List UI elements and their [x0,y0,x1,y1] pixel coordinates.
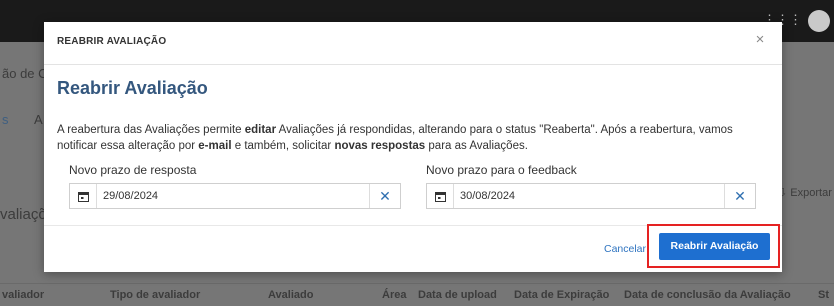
tab-fragment[interactable]: A [34,112,43,127]
column-header[interactable]: Data de upload [418,289,497,301]
section-title-fragment: valiaçõ [0,206,47,223]
avatar[interactable] [808,10,830,32]
feedback-deadline-value[interactable]: 30/08/2024 [460,190,515,202]
clear-icon[interactable]: ✕ [369,184,400,208]
response-deadline-field[interactable]: 29/08/2024 ✕ [69,183,401,209]
calendar-icon[interactable] [427,184,454,208]
reopen-evaluation-modal: REABRIR AVALIAÇÃO × Reabrir Avaliação A … [44,22,782,272]
modal-description: A reabertura das Avaliações permite edit… [57,122,772,154]
modal-header: REABRIR AVALIAÇÃO × [44,22,782,65]
description-text: A reabertura das Avaliações permite [57,124,245,136]
export-button[interactable]: ⇩ Exportar [778,186,832,199]
column-header[interactable]: Tipo de avaliador [110,289,200,301]
column-header[interactable]: Avaliado [268,289,313,301]
column-header[interactable]: Data de conclusão da Avaliação [624,289,791,301]
description-emphasis: novas respostas [334,140,426,152]
description-text: e também, solicitar [231,140,335,152]
column-header[interactable]: Área [382,289,406,301]
description-text: para as Avaliações. [425,140,528,152]
export-label: Exportar [790,187,832,199]
feedback-deadline-field[interactable]: 30/08/2024 ✕ [426,183,756,209]
feedback-deadline-label: Novo prazo para o feedback [426,163,577,177]
description-emphasis: e-mail [198,140,232,152]
clear-icon[interactable]: ✕ [724,184,755,208]
response-deadline-label: Novo prazo de resposta [69,163,197,177]
column-header[interactable]: valiador [2,289,44,301]
modal-title: Reabrir Avaliação [57,78,208,98]
calendar-icon[interactable] [70,184,97,208]
cancel-button[interactable]: Cancelar [604,243,646,255]
page-title-fragment: ão de C [2,66,48,81]
response-deadline-value[interactable]: 29/08/2024 [103,190,158,202]
column-header[interactable]: Data de Expiração [514,289,609,301]
column-header[interactable]: St [818,289,829,301]
tab-fragment[interactable]: s [2,112,9,127]
table-divider [0,283,834,284]
close-icon[interactable]: × [750,30,770,50]
description-emphasis: editar [244,124,277,136]
modal-header-title: REABRIR AVALIAÇÃO [57,36,167,47]
reopen-evaluation-button[interactable]: Reabrir Avaliação [659,233,770,260]
